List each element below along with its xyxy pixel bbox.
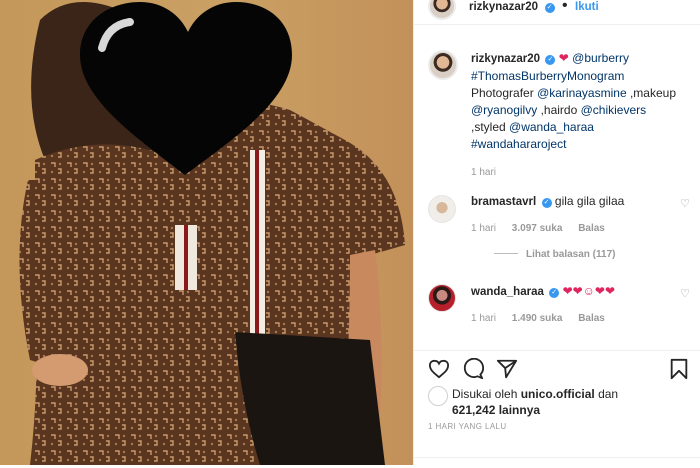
comment-likes[interactable]: 1.490 suka bbox=[512, 313, 563, 324]
liked-by-avatar[interactable] bbox=[428, 386, 448, 406]
caption-username[interactable]: rizkynazar20 bbox=[471, 53, 540, 65]
comment-username[interactable]: bramastavrl bbox=[471, 196, 536, 208]
comment-heart-icon[interactable]: ♡ bbox=[680, 197, 690, 210]
comment-likes[interactable]: 3.097 suka bbox=[512, 223, 563, 234]
caption-text: Photografer bbox=[471, 86, 534, 100]
heart-emoji-icon: ❤ bbox=[558, 51, 569, 65]
photo-illustration bbox=[19, 2, 405, 465]
liked-by-text: Disukai oleh unico.official dan 621,242 … bbox=[452, 387, 619, 417]
hashtag-link[interactable]: #ThomasBurberryMonogram bbox=[471, 69, 624, 83]
comment-avatar[interactable] bbox=[428, 195, 456, 223]
comment-time[interactable]: 1 hari bbox=[471, 223, 496, 234]
avatar[interactable] bbox=[428, 0, 456, 20]
header-username[interactable]: rizkynazar20 bbox=[469, 1, 538, 13]
verified-icon: ✓ bbox=[541, 198, 552, 208]
verified-icon: ✓ bbox=[545, 55, 556, 65]
comment-meta: 1 hari 3.097 suka Balas bbox=[471, 220, 696, 237]
hashtag-link[interactable]: #wandahararoject bbox=[471, 137, 566, 151]
comment-meta: 1 hari 1.490 suka Balas bbox=[471, 310, 696, 327]
caption: rizkynazar20 ✓ ❤ @burberry #ThomasBurber… bbox=[471, 50, 691, 181]
reply-button[interactable]: Balas bbox=[578, 223, 605, 234]
comment-icon[interactable] bbox=[462, 358, 484, 380]
comment: bramastavrl ✓ gila gila gilaa 1 hari 3.0… bbox=[471, 193, 696, 237]
separator-dot: • bbox=[561, 0, 568, 14]
action-bar: Disukai oleh unico.official dan 621,242 … bbox=[414, 350, 700, 466]
heart-icon[interactable] bbox=[428, 359, 450, 379]
mention-link[interactable]: @karinayasmine bbox=[537, 86, 627, 100]
comment-time[interactable]: 1 hari bbox=[471, 313, 496, 324]
comment-heart-icon[interactable]: ♡ bbox=[680, 287, 690, 300]
comment-avatar[interactable] bbox=[428, 284, 456, 312]
mention-link[interactable]: @ryanogilvy bbox=[471, 103, 537, 117]
caption-time[interactable]: 1 hari bbox=[471, 167, 496, 178]
bookmark-icon[interactable] bbox=[669, 358, 689, 380]
caption-text: ,styled bbox=[471, 120, 506, 134]
share-icon[interactable] bbox=[496, 358, 518, 380]
replies-line bbox=[494, 253, 518, 254]
posted-ago[interactable]: 1 HARI YANG LALU bbox=[428, 422, 507, 431]
comment-username[interactable]: wanda_haraa bbox=[471, 286, 544, 298]
post-photo[interactable] bbox=[0, 0, 413, 465]
add-comment-divider bbox=[414, 457, 700, 468]
mention-link[interactable]: @burberry bbox=[572, 51, 629, 65]
caption-text: ,hairdo bbox=[540, 103, 578, 117]
caption-avatar[interactable] bbox=[428, 50, 458, 80]
view-replies[interactable]: Lihat balasan (117) bbox=[494, 249, 615, 260]
liked-by-count[interactable]: 621,242 lainnya bbox=[452, 403, 540, 417]
follow-button[interactable]: Ikuti bbox=[575, 1, 599, 13]
hands bbox=[32, 354, 88, 386]
caption-text: ,makeup bbox=[629, 86, 676, 100]
comment-text: gila gila gilaa bbox=[554, 194, 625, 208]
post-header: rizkynazar20 ✓ • Ikuti bbox=[414, 0, 700, 25]
shirt-stripe-red bbox=[255, 150, 259, 350]
comment: wanda_haraa ✓ ❤❤☺❤❤ 1 hari 1.490 suka Ba… bbox=[471, 283, 696, 327]
verified-icon: ✓ bbox=[549, 288, 560, 298]
liked-by-user[interactable]: unico.official bbox=[521, 387, 595, 401]
mention-link[interactable]: @chikievers bbox=[581, 103, 647, 117]
verified-icon: ✓ bbox=[544, 3, 555, 13]
post-side-panel: rizkynazar20 ✓ • Ikuti rizkynazar20 ✓ ❤ … bbox=[413, 0, 700, 466]
reply-button[interactable]: Balas bbox=[578, 313, 605, 324]
mention-link[interactable]: @wanda_haraa bbox=[509, 120, 594, 134]
comment-text: ❤❤☺❤❤ bbox=[562, 284, 616, 298]
